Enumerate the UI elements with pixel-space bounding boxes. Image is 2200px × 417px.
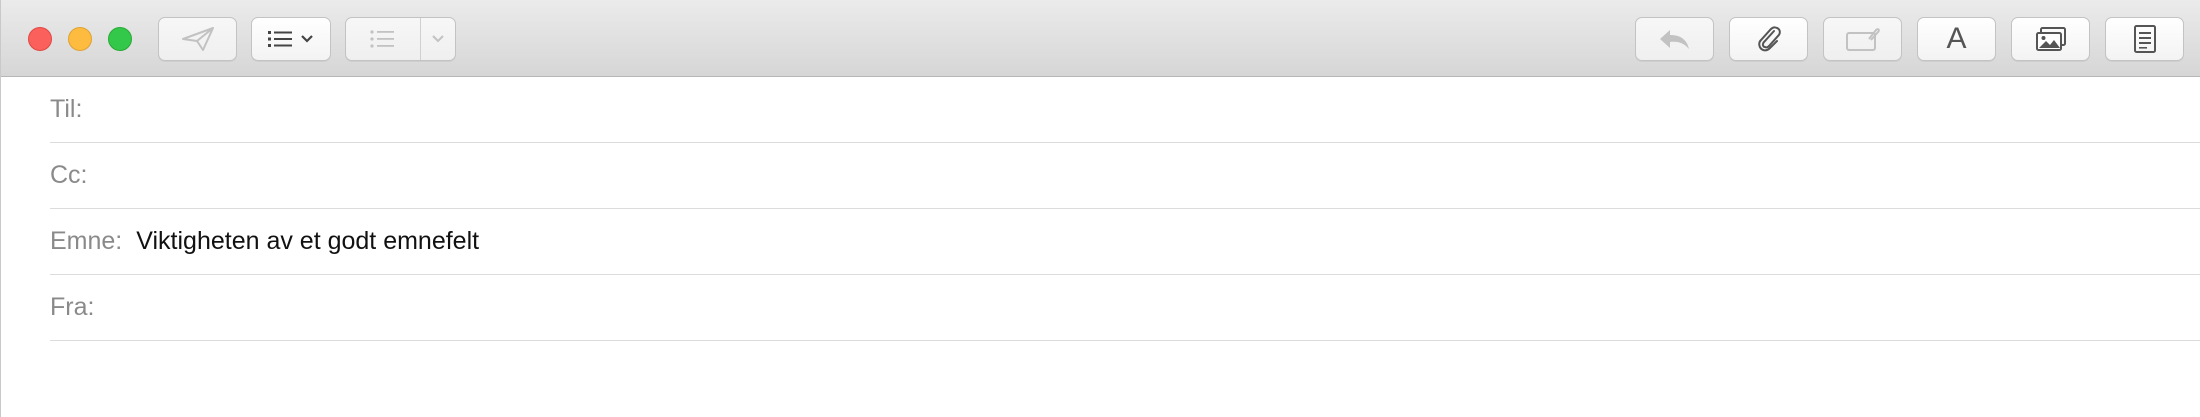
subject-field[interactable]: Emne: Viktigheten av et godt emnefelt — [50, 209, 2200, 275]
subject-label: Emne: — [50, 227, 123, 255]
stationery-icon — [2133, 25, 2156, 53]
list-format-button[interactable] — [345, 17, 456, 61]
list-format-dropdown[interactable] — [421, 18, 455, 60]
reply-button[interactable] — [1635, 17, 1714, 61]
font-icon: A — [1946, 22, 1967, 55]
compose-window: A Til: Cc: Emne: Viktigheten av et godt … — [0, 0, 2200, 417]
stationery-button[interactable] — [2105, 17, 2184, 61]
paper-plane-icon — [181, 27, 214, 51]
photos-icon — [2035, 27, 2066, 51]
list-icon — [268, 31, 292, 47]
close-icon[interactable] — [28, 27, 52, 51]
toolbar: A — [1, 0, 2200, 77]
cc-label: Cc: — [50, 161, 88, 189]
minimize-icon[interactable] — [68, 27, 92, 51]
reply-arrow-icon — [1659, 30, 1689, 49]
format-button[interactable]: A — [1917, 17, 1996, 61]
subject-input[interactable]: Viktigheten av et godt emnefelt — [136, 227, 479, 256]
paperclip-icon — [1757, 26, 1781, 52]
from-label: Fra: — [50, 293, 95, 321]
markup-button[interactable] — [1823, 17, 1902, 61]
annotate-attachment-icon — [1845, 28, 1880, 51]
send-button[interactable] — [158, 17, 237, 61]
chevron-down-icon — [301, 35, 313, 43]
to-field[interactable]: Til: — [50, 77, 2200, 143]
cc-field[interactable]: Cc: — [50, 143, 2200, 209]
to-label: Til: — [50, 95, 83, 123]
photo-browser-button[interactable] — [2011, 17, 2090, 61]
header-fields-button[interactable] — [251, 17, 331, 61]
attach-button[interactable] — [1729, 17, 1808, 61]
chevron-down-icon — [432, 35, 444, 43]
bulleted-list-icon — [370, 30, 394, 48]
zoom-icon[interactable] — [108, 27, 132, 51]
from-field[interactable]: Fra: — [50, 275, 2200, 341]
bulleted-list-segment[interactable] — [346, 18, 420, 60]
